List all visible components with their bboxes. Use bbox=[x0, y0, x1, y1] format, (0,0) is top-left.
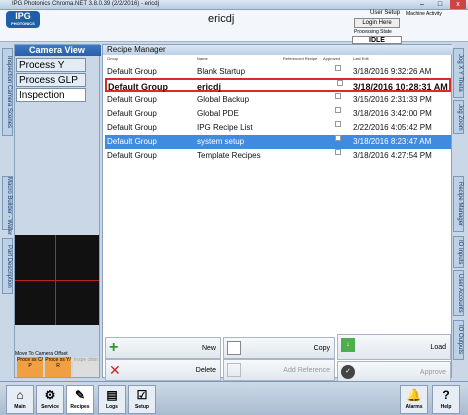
tab-recipe-manager[interactable]: Recipe Manager bbox=[453, 176, 464, 232]
minimize-button[interactable]: – bbox=[414, 0, 430, 9]
table-row-ericdj[interactable]: Default Group ericdj 3/18/2016 10:28:31 A… bbox=[105, 78, 451, 92]
process-yr-button[interactable]: Proce ss Y/ R bbox=[45, 357, 71, 377]
setup-button[interactable]: ☑ Setup bbox=[128, 385, 156, 414]
ipg-logo: IPG PHOTONICS bbox=[6, 11, 40, 28]
logs-button[interactable]: ▤ Logs bbox=[98, 385, 126, 414]
table-row[interactable]: Default Group Blank Startup 3/18/2016 9:3… bbox=[105, 65, 451, 79]
tab-io-outputs[interactable]: IO Outputs bbox=[453, 320, 464, 360]
new-button[interactable]: + New bbox=[105, 337, 221, 359]
tab-macro-builder[interactable]: Macro Builder - Water bbox=[2, 176, 13, 235]
tab-jog-zoom[interactable]: Jog Zoom bbox=[453, 100, 464, 134]
maximize-button[interactable]: □ bbox=[432, 0, 448, 9]
col-approved: Approved bbox=[323, 56, 341, 61]
gear-icon: ⚙ bbox=[44, 388, 56, 402]
x-icon: ✕ bbox=[109, 362, 121, 378]
download-icon: ↓ bbox=[341, 338, 355, 352]
brush-icon: ✎ bbox=[74, 388, 86, 402]
bottom-toolbar: ⌂ Main ⚙ Service ✎ Recipes ▤ Logs ☑ Setup 🔔 Al… bbox=[0, 381, 468, 415]
load-button[interactable]: ↓ Load bbox=[337, 334, 451, 360]
tab-jog-xy-theta[interactable]: Jog X Y Theta bbox=[453, 48, 464, 98]
log-icon: ▤ bbox=[106, 388, 118, 402]
mode-process-glp[interactable]: Process GLP bbox=[16, 73, 86, 87]
current-user: ericdj bbox=[208, 13, 235, 25]
main-button[interactable]: ⌂ Main bbox=[6, 385, 34, 414]
recipes-button[interactable]: ✎ Recipes bbox=[66, 385, 94, 414]
tab-part-description[interactable]: Part Description bbox=[2, 238, 13, 294]
alarms-button[interactable]: 🔔 Alarms bbox=[400, 385, 428, 414]
table-row[interactable]: Default Group IPG Recipe List 2/22/2016 4… bbox=[105, 121, 451, 135]
window-title: IPG Photonics Chroma.NET 3.8.0.39 (2/2/2… bbox=[12, 1, 159, 7]
tab-user-accounts[interactable]: User Accounts bbox=[453, 270, 464, 316]
machine-activity-label: Machine Activity bbox=[406, 11, 442, 17]
process-cp-button[interactable]: Proce ss C/ P bbox=[17, 357, 43, 377]
col-last-edit: Last Edit bbox=[353, 56, 369, 61]
table-row[interactable]: Default Group Global PDE 3/18/2016 3:42:0… bbox=[105, 107, 451, 121]
col-referenced: Referenced Recipe bbox=[283, 56, 318, 61]
close-button[interactable]: x bbox=[450, 0, 466, 9]
camera-view-title: Camera View bbox=[15, 45, 101, 56]
col-name: Name bbox=[197, 56, 208, 61]
processing-state-value: IDLE bbox=[352, 36, 402, 44]
tab-io-inputs[interactable]: IO Inputs bbox=[453, 236, 464, 268]
app-header: IPG PHOTONICS ericdj User Setup Login Her… bbox=[0, 10, 468, 44]
plus-icon: + bbox=[109, 339, 119, 356]
approved-checkbox bbox=[335, 135, 341, 141]
processing-state-label: Processing State bbox=[354, 29, 392, 35]
recipe-manager-panel: Recipe Manager Group Name Referenced Rec… bbox=[102, 44, 453, 383]
title-bar: IPG Photonics Chroma.NET 3.8.0.39 (2/2/2… bbox=[0, 0, 468, 10]
help-icon: ? bbox=[442, 388, 450, 402]
approved-checkbox bbox=[335, 121, 341, 127]
approved-checkbox bbox=[335, 107, 341, 113]
mode-inspection[interactable]: Inspection bbox=[16, 88, 86, 102]
copy-icon bbox=[227, 341, 241, 355]
home-icon: ⌂ bbox=[16, 388, 24, 402]
login-button[interactable]: Login Here bbox=[354, 18, 400, 28]
table-row[interactable]: Default Group Template Recipes 3/18/2016 … bbox=[105, 149, 451, 163]
table-row[interactable]: Default Group Global Backup 3/15/2016 2:3… bbox=[105, 93, 451, 107]
table-row-selected[interactable]: Default Group system setup 3/18/2016 8:23… bbox=[105, 135, 451, 149]
approved-checkbox bbox=[337, 80, 343, 86]
recipe-manager-title: Recipe Manager bbox=[103, 45, 453, 55]
inspection-button[interactable]: Inspe ction bbox=[73, 357, 99, 377]
user-setup-label: User Setup bbox=[370, 10, 401, 16]
approve-button[interactable]: ✓ Approve bbox=[337, 361, 451, 383]
bell-icon: 🔔 bbox=[406, 388, 422, 402]
service-button[interactable]: ⚙ Service bbox=[36, 385, 64, 414]
add-reference-icon bbox=[227, 363, 241, 377]
col-group: Group bbox=[107, 56, 119, 61]
check-icon: ✓ bbox=[341, 365, 355, 379]
add-reference-button[interactable]: Add Reference bbox=[223, 359, 335, 381]
help-button[interactable]: ? Help bbox=[432, 385, 460, 414]
tab-inspection-camera-scenes[interactable]: Inspection Camera Scenes bbox=[2, 48, 13, 136]
approved-checkbox bbox=[335, 65, 341, 71]
mode-process-y[interactable]: Process Y bbox=[16, 58, 86, 72]
checklist-icon: ☑ bbox=[136, 388, 148, 402]
approved-checkbox bbox=[335, 149, 341, 155]
copy-button[interactable]: Copy bbox=[223, 337, 335, 359]
approved-checkbox bbox=[335, 93, 341, 99]
camera-feed bbox=[15, 235, 99, 325]
delete-button[interactable]: ✕ Delete bbox=[105, 359, 221, 381]
camera-view-panel: Camera View Process Y Process GLP Inspec… bbox=[14, 44, 101, 378]
